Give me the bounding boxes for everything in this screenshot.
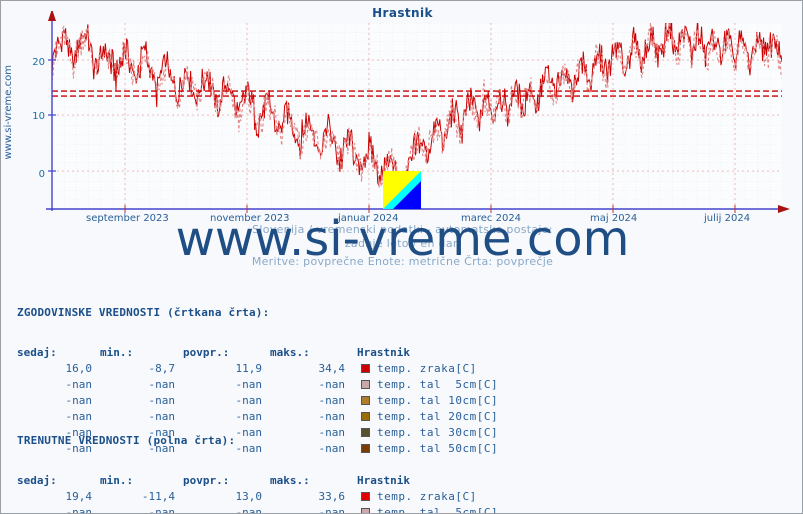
- history-col-min: min.:: [100, 346, 134, 359]
- cell-maks: 34,4: [318, 362, 346, 375]
- legend-color-swatch: [361, 364, 370, 373]
- cell-maks: -nan: [318, 378, 346, 391]
- cell-sedaj: -nan: [65, 506, 93, 514]
- cell-series: temp. tal 5cm[C]: [357, 377, 499, 393]
- cell-min: -nan: [148, 394, 176, 407]
- current-table-body: 19,4 -11,4 13,0 33,6 temp. zraka[C] -nan -nan -…: [17, 489, 499, 514]
- cell-series: temp. tal 10cm[C]: [357, 393, 499, 409]
- table-row: 16,0 -8,7 11,9 34,4 temp. zraka[C]: [17, 361, 499, 377]
- history-col-maks: maks.:: [270, 346, 310, 359]
- cell-min: -8,7: [148, 362, 176, 375]
- cell-min: -nan: [148, 378, 176, 391]
- legend-series-label: temp. tal 5cm[C]: [377, 506, 499, 514]
- cell-sedaj: -nan: [65, 378, 93, 391]
- history-heading: ZGODOVINSKE VREDNOSTI (črtkana črta):: [17, 306, 270, 319]
- cell-series: temp. zraka[C]: [357, 361, 499, 377]
- cell-min: -11,4: [141, 490, 175, 503]
- history-col-sedaj: sedaj:: [17, 346, 57, 359]
- current-col-maks: maks.:: [270, 474, 310, 487]
- cell-povpr: -nan: [235, 506, 263, 514]
- legend-series-label: temp. tal 10cm[C]: [377, 394, 499, 407]
- legend-series-label: temp. zraka[C]: [377, 490, 477, 503]
- current-header-row: sedaj: min.: povpr.: maks.: Hrastnik: [17, 474, 499, 489]
- legend-color-swatch: [361, 508, 370, 513]
- current-values-block: TRENUTNE VREDNOSTI (polna črta): sedaj: …: [17, 408, 499, 514]
- history-col-station: Hrastnik: [357, 346, 410, 359]
- subtitle-line-2: zadnje leto / en dan: [344, 237, 461, 250]
- y-tick-10: 10: [32, 111, 45, 122]
- table-row: -nan -nan -nan -nan temp. tal 5cm[C]: [17, 505, 499, 514]
- cell-maks: -nan: [318, 394, 346, 407]
- legend-color-swatch: [361, 380, 370, 389]
- subtitle-line-1: Slovenija / vremenski podatki - avtomats…: [252, 223, 553, 236]
- cell-sedaj: -nan: [65, 394, 93, 407]
- cell-sedaj: 16,0: [65, 362, 93, 375]
- history-col-povpr: povpr.:: [183, 346, 230, 359]
- table-row: 19,4 -11,4 13,0 33,6 temp. zraka[C]: [17, 489, 499, 505]
- cell-maks: -nan: [318, 506, 346, 514]
- cell-sedaj: 19,4: [65, 490, 93, 503]
- cell-min: -nan: [148, 506, 176, 514]
- history-header-row: sedaj: min.: povpr.: maks.: Hrastnik: [17, 346, 499, 361]
- current-heading: TRENUTNE VREDNOSTI (polna črta):: [17, 434, 236, 447]
- cell-povpr: -nan: [235, 394, 263, 407]
- cell-povpr: -nan: [235, 378, 263, 391]
- current-col-station: Hrastnik: [357, 474, 410, 487]
- page-root: Hrastnik www.si-vreme.com 20 10 0 septem…: [0, 0, 803, 514]
- current-col-sedaj: sedaj:: [17, 474, 57, 487]
- legend-color-swatch: [361, 492, 370, 501]
- y-tick-0: 0: [38, 169, 45, 180]
- current-table: sedaj: min.: povpr.: maks.: Hrastnik 19,…: [17, 474, 499, 514]
- cell-povpr: 13,0: [235, 490, 263, 503]
- legend-series-label: temp. zraka[C]: [377, 362, 477, 375]
- current-col-min: min.:: [100, 474, 134, 487]
- cell-maks: 33,6: [318, 490, 346, 503]
- current-col-povpr: povpr.:: [183, 474, 230, 487]
- legend-series-label: temp. tal 5cm[C]: [377, 378, 499, 391]
- legend-color-swatch: [361, 396, 370, 405]
- cell-series: temp. tal 5cm[C]: [357, 505, 499, 514]
- table-row: -nan -nan -nan -nan temp. tal 10cm[C]: [17, 393, 499, 409]
- y-tick-20: 20: [32, 57, 45, 68]
- table-row: -nan -nan -nan -nan temp. tal 5cm[C]: [17, 377, 499, 393]
- cell-series: temp. zraka[C]: [357, 489, 499, 505]
- cell-povpr: 11,9: [235, 362, 263, 375]
- subtitle-line-3: Meritve: povprečne Enote: metrične Črta:…: [251, 255, 554, 268]
- flag-icon: [383, 171, 421, 209]
